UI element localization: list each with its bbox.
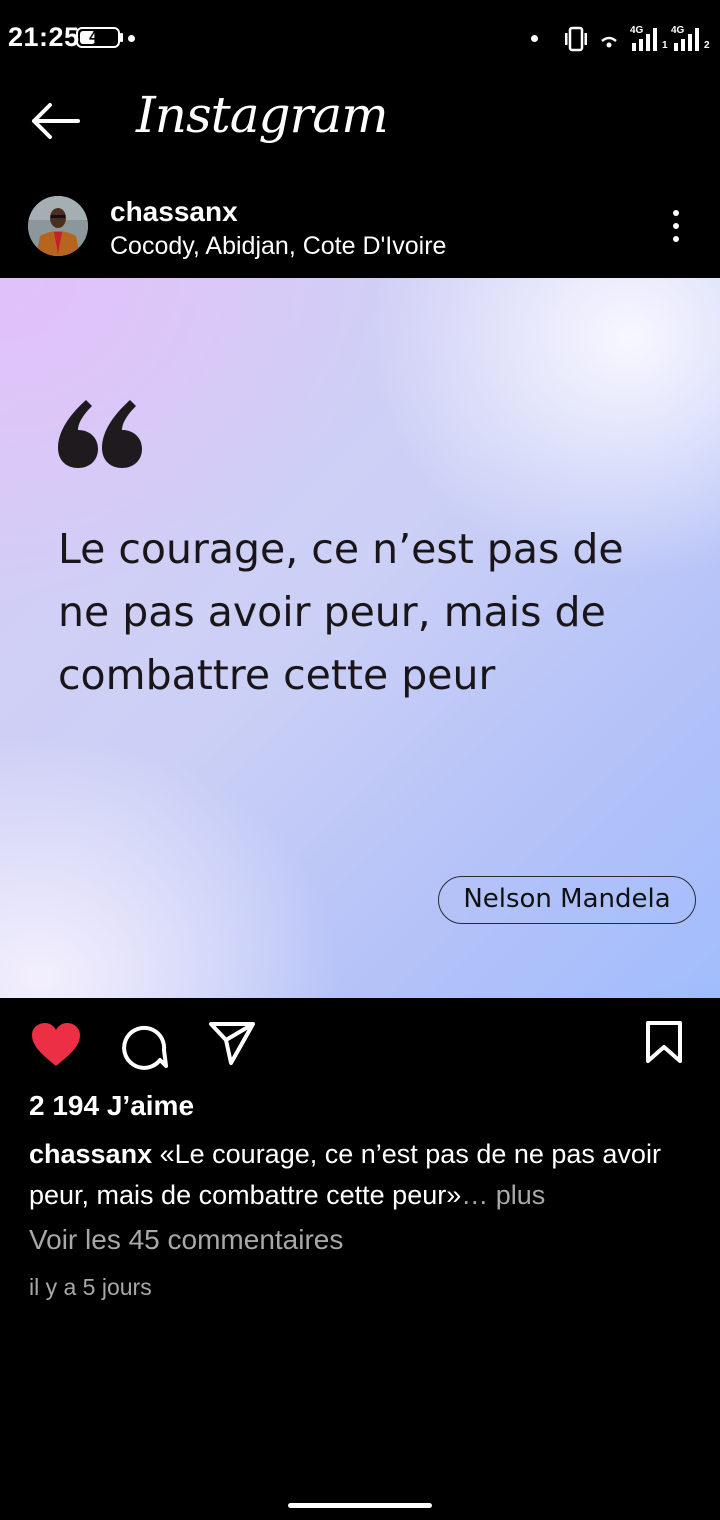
caption-username[interactable]: chassanx bbox=[29, 1139, 152, 1169]
app-title: Instagram bbox=[136, 86, 389, 144]
wifi-icon bbox=[601, 36, 617, 48]
status-time: 21:25 bbox=[8, 22, 80, 52]
post-actions bbox=[0, 1000, 720, 1090]
more-options-icon[interactable] bbox=[664, 208, 688, 244]
sim-2-number: 2 bbox=[704, 40, 710, 51]
battery-cap bbox=[120, 33, 123, 42]
signal-icon-1 bbox=[632, 28, 657, 51]
sim-1-number: 1 bbox=[662, 40, 668, 51]
post-timestamp: il y a 5 jours bbox=[29, 1274, 152, 1300]
battery-level: 43 bbox=[89, 29, 107, 46]
avatar-image bbox=[28, 196, 88, 256]
avatar[interactable] bbox=[28, 196, 88, 256]
post-location[interactable]: Cocody, Abidjan, Cote D'Ivoire bbox=[110, 232, 446, 261]
post-header: chassanx Cocody, Abidjan, Cote D'Ivoire bbox=[0, 180, 720, 278]
heart-icon[interactable] bbox=[30, 1022, 82, 1068]
share-icon[interactable] bbox=[208, 1020, 256, 1066]
status-dot bbox=[531, 35, 538, 42]
bookmark-icon[interactable] bbox=[644, 1020, 684, 1064]
signal-icon-2 bbox=[674, 28, 699, 51]
view-comments-link[interactable]: Voir les 45 commentaires bbox=[29, 1224, 343, 1256]
post-image[interactable]: Le courage, ce n’est pas de ne pas avoir… bbox=[0, 278, 720, 998]
post-username[interactable]: chassanx bbox=[110, 196, 238, 228]
post-caption: chassanx «Le courage, ce n’est pas de ne… bbox=[29, 1134, 689, 1216]
back-arrow-icon[interactable] bbox=[30, 100, 82, 142]
quote-icon bbox=[58, 400, 142, 468]
quote-author: Nelson Mandela bbox=[438, 876, 696, 924]
notification-dot bbox=[128, 35, 135, 42]
battery-icon: 43 bbox=[76, 27, 120, 48]
home-indicator[interactable] bbox=[288, 1503, 432, 1508]
comment-icon[interactable] bbox=[120, 1022, 168, 1070]
caption-more-link[interactable]: … plus bbox=[461, 1180, 545, 1210]
status-bar: 21:25 43 4G 1 4G 2 bbox=[0, 0, 720, 80]
app-bar: Instagram bbox=[0, 80, 720, 160]
quote-text: Le courage, ce n’est pas de ne pas avoir… bbox=[58, 525, 624, 699]
like-count[interactable]: 2 194 J’aime bbox=[29, 1090, 194, 1122]
vibrate-icon bbox=[565, 26, 587, 52]
